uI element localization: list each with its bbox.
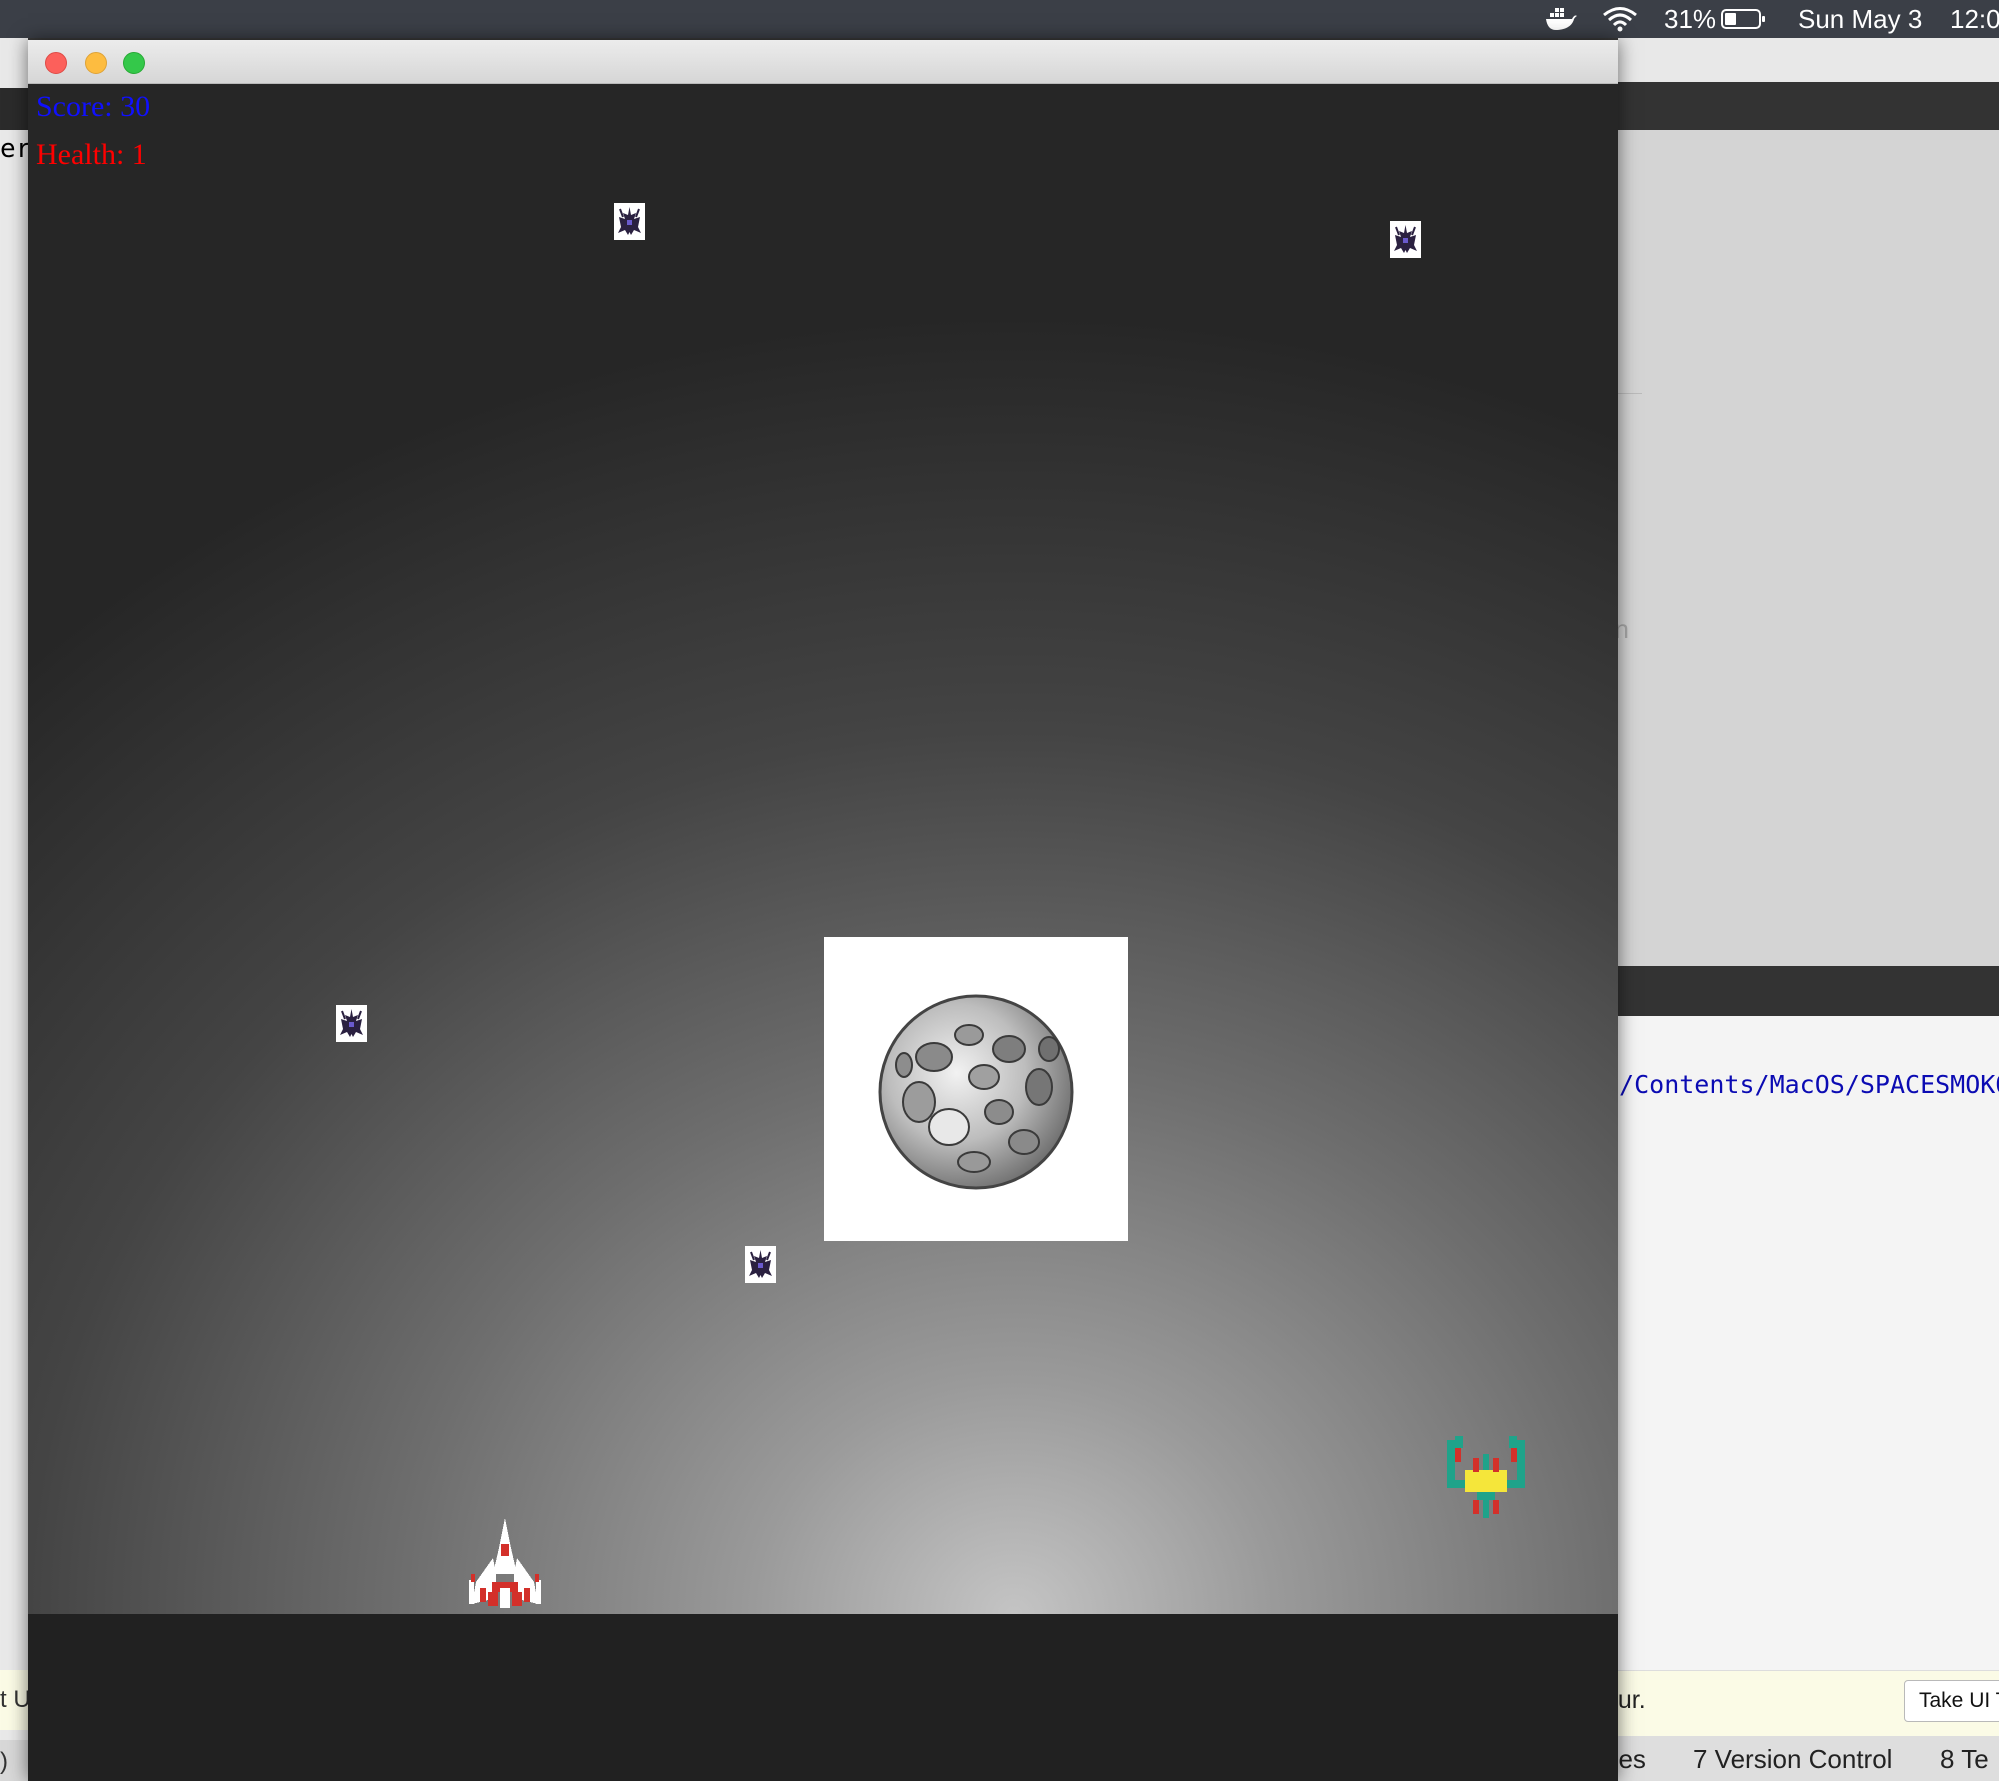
small-enemy-ship-icon xyxy=(1390,221,1421,258)
ide-right-toolbar xyxy=(1618,82,1999,130)
menubar-time[interactable]: 12:0 xyxy=(1950,0,1999,38)
score-display: Score: 30 xyxy=(36,90,151,123)
small-enemy-ship-icon xyxy=(336,1005,367,1042)
game-window[interactable]: Score: 30 Health: 1 xyxy=(28,40,1618,1781)
docker-icon[interactable] xyxy=(1544,0,1584,38)
status-terminal-tab[interactable]: 8 Te xyxy=(1940,1744,1989,1775)
console-path-text: o/Contents/MacOS/SPACESMOKO xyxy=(1604,1070,1999,1099)
close-button[interactable] xyxy=(45,52,67,74)
minimize-button[interactable] xyxy=(85,52,107,74)
ide-run-toolbar xyxy=(1618,966,1999,1016)
ide-right-divider xyxy=(1618,393,1642,394)
small-enemy-ship-icon xyxy=(614,203,645,240)
menu-bar: 31% Sun May 3 12:0 xyxy=(0,0,1999,38)
ide-left-toolbar xyxy=(0,88,28,130)
game-canvas[interactable]: Score: 30 Health: 1 xyxy=(28,84,1618,1614)
status-version-control-tab[interactable]: 7 Version Control xyxy=(1693,1744,1892,1775)
ide-left-edge xyxy=(0,38,28,1781)
health-display: Health: 1 xyxy=(36,138,147,171)
window-titlebar[interactable] xyxy=(28,40,1618,84)
ide-left-status-text: ) xyxy=(0,1748,8,1775)
take-ui-tour-button[interactable]: Take UI T xyxy=(1904,1680,1999,1722)
battery-percent: 31% xyxy=(1664,3,1717,34)
desktop: 31% Sun May 3 12:0 er] t U ) on o/Conten… xyxy=(0,0,1999,1781)
battery-icon[interactable] xyxy=(1721,0,1767,38)
menubar-date[interactable]: Sun May 3 xyxy=(1798,0,1922,38)
maximize-button[interactable] xyxy=(123,52,145,74)
ide-left-notice-text: t U xyxy=(0,1686,31,1713)
galaga-boss-icon xyxy=(1443,1434,1529,1520)
ide-right-panel xyxy=(1618,130,1999,966)
moon-asteroid-icon xyxy=(824,937,1128,1241)
window-bottom-area xyxy=(28,1614,1618,1781)
ide-right-titlebar xyxy=(1618,38,1999,82)
small-enemy-ship-icon xyxy=(745,1246,776,1283)
ide-run-console xyxy=(1618,1016,1999,1670)
player-fighter-icon xyxy=(466,1518,544,1608)
wifi-icon[interactable] xyxy=(1602,0,1640,38)
